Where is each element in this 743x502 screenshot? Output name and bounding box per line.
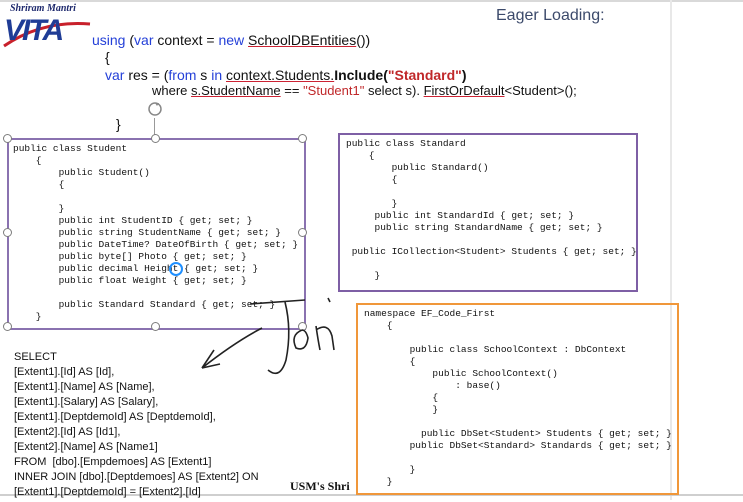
student-code-line: public byte[] Photo { get; set; } bbox=[13, 251, 247, 262]
standard-code-line: public int StandardId { get; set; } bbox=[346, 210, 575, 221]
namespace-code-line bbox=[364, 416, 672, 428]
handwritten-join-annotation bbox=[201, 297, 335, 375]
student-code-line: public Student() bbox=[13, 167, 150, 178]
resize-handle[interactable] bbox=[298, 228, 307, 237]
sql-line: [Extent1].[DeptdemoId] AS [DeptdemoId], bbox=[14, 411, 216, 423]
resize-handle[interactable] bbox=[3, 322, 12, 331]
standard-code-line: public string StandardName { get; set; } bbox=[346, 222, 603, 233]
student-code-line: public float Weight { get; set; } bbox=[13, 275, 247, 286]
mouse-cursor-icon bbox=[169, 262, 183, 276]
sql-line: [Extent2].[Id] AS [Id1], bbox=[14, 426, 121, 438]
namespace-code-line: } bbox=[364, 464, 416, 475]
keyword: var bbox=[134, 32, 154, 48]
student-code-line bbox=[13, 191, 298, 203]
code-line-open-brace: { bbox=[105, 49, 110, 65]
student-code-line: public class Student bbox=[13, 143, 128, 154]
method-name: FirstOrDefault bbox=[423, 83, 505, 98]
code-text: res = ( bbox=[124, 67, 169, 83]
student-code-line: } bbox=[13, 203, 65, 214]
resize-handle[interactable] bbox=[3, 228, 12, 237]
code-text: select s). bbox=[364, 83, 424, 98]
student-code-line: { bbox=[13, 179, 65, 190]
namespace-code-line: public SchoolContext() bbox=[364, 368, 558, 379]
context-path: context.Students. bbox=[226, 67, 335, 83]
code-line-close-brace: } bbox=[116, 116, 121, 132]
slide-canvas: Shriram Mantri VITA Eager Loading: using… bbox=[0, 0, 743, 502]
namespace-code: namespace EF_Code_First { public class S… bbox=[364, 308, 672, 488]
student-code-line: { bbox=[13, 155, 42, 166]
property-ref: s.StudentName bbox=[191, 83, 281, 98]
namespace-code-line: namespace EF_Code_First bbox=[364, 308, 496, 319]
vita-logo: Shriram Mantri VITA bbox=[2, 2, 92, 50]
logo-name: Shriram Mantri bbox=[10, 3, 76, 14]
namespace-code-line: public DbSet<Student> Students { get; se… bbox=[364, 428, 672, 439]
namespace-code-line: public DbSet<Standard> Standards { get; … bbox=[364, 440, 672, 451]
namespace-code-line: public class SchoolContext : DbContext bbox=[364, 344, 627, 355]
sql-line: INNER JOIN [dbo].[Deptdemoes] AS [Extent… bbox=[14, 471, 259, 483]
resize-handle[interactable] bbox=[151, 322, 160, 331]
slide-title: Eager Loading: bbox=[496, 7, 605, 24]
code-line-var-res: var res = (from s in context.Students.In… bbox=[105, 67, 466, 83]
keyword: using bbox=[92, 32, 126, 48]
standard-code-line: } bbox=[346, 198, 398, 209]
standard-code-line: { bbox=[346, 150, 375, 161]
code-line-where: where s.StudentName == "Student1" select… bbox=[152, 83, 577, 98]
code-text: == bbox=[280, 83, 304, 98]
code-text: s bbox=[196, 67, 212, 83]
standard-code-line: { bbox=[346, 174, 398, 185]
code-text: where bbox=[152, 83, 192, 98]
string-literal: "Student1" bbox=[303, 83, 365, 98]
logo-letters: VITA bbox=[4, 14, 64, 47]
keyword: var bbox=[105, 67, 125, 83]
code-text: <Student>(); bbox=[504, 83, 577, 98]
namespace-box: namespace EF_Code_First { public class S… bbox=[356, 303, 679, 495]
namespace-code-line: } bbox=[364, 476, 393, 487]
namespace-code-line: : base() bbox=[364, 380, 501, 391]
sql-line: [Extent2].[Name] AS [Name1] bbox=[14, 441, 158, 453]
top-border bbox=[0, 0, 743, 2]
namespace-code-line bbox=[364, 452, 672, 464]
standard-code-line: public Standard() bbox=[346, 162, 489, 173]
standard-code-line: } bbox=[346, 270, 381, 281]
student-code-line: public int StudentID { get; set; } bbox=[13, 215, 253, 226]
code-text: ()) bbox=[356, 32, 371, 48]
string-literal: "Standard" bbox=[387, 67, 462, 83]
code-text: ( bbox=[125, 32, 135, 48]
standard-code-line: public ICollection<Student> Students { g… bbox=[346, 246, 637, 257]
code-text: ) bbox=[461, 67, 467, 83]
student-code-line: public decimal Height { get; set; } bbox=[13, 263, 259, 274]
keyword: new bbox=[218, 32, 245, 48]
footer-text: USM's Shri bbox=[290, 479, 350, 493]
resize-handle[interactable] bbox=[3, 134, 12, 143]
standard-code-line bbox=[346, 258, 637, 270]
namespace-code-line: { bbox=[364, 392, 439, 403]
code-line-using: using (var context = new SchoolDBEntitie… bbox=[92, 32, 370, 48]
namespace-code-line: } bbox=[364, 404, 439, 415]
standard-code-line bbox=[346, 234, 637, 246]
keyword: from bbox=[168, 67, 197, 83]
include-method: Include( bbox=[334, 67, 388, 83]
namespace-code-line: { bbox=[364, 320, 393, 331]
standard-class-box: public class Standard { public Standard(… bbox=[338, 133, 638, 292]
class-name: SchoolDBEntities bbox=[248, 32, 357, 48]
standard-code-line: public class Standard bbox=[346, 138, 466, 149]
namespace-code-line: { bbox=[364, 356, 416, 367]
sql-line: [Extent1].[DeptdemoId] = [Extent2].[Id] bbox=[14, 486, 201, 498]
resize-handle[interactable] bbox=[151, 134, 160, 143]
keyword: in bbox=[211, 67, 223, 83]
rotate-handle-icon[interactable] bbox=[146, 100, 164, 118]
student-code-line: public DateTime? DateOfBirth { get; set;… bbox=[13, 239, 299, 250]
code-text: context = bbox=[153, 32, 219, 48]
standard-code-line bbox=[346, 186, 637, 198]
resize-handle[interactable] bbox=[298, 134, 307, 143]
namespace-code-line bbox=[364, 332, 672, 344]
sql-line: FROM [dbo].[Empdemoes] AS [Extent1] bbox=[14, 456, 212, 468]
student-code-line: public string StudentName { get; set; } bbox=[13, 227, 281, 238]
standard-class-code: public class Standard { public Standard(… bbox=[346, 138, 637, 282]
